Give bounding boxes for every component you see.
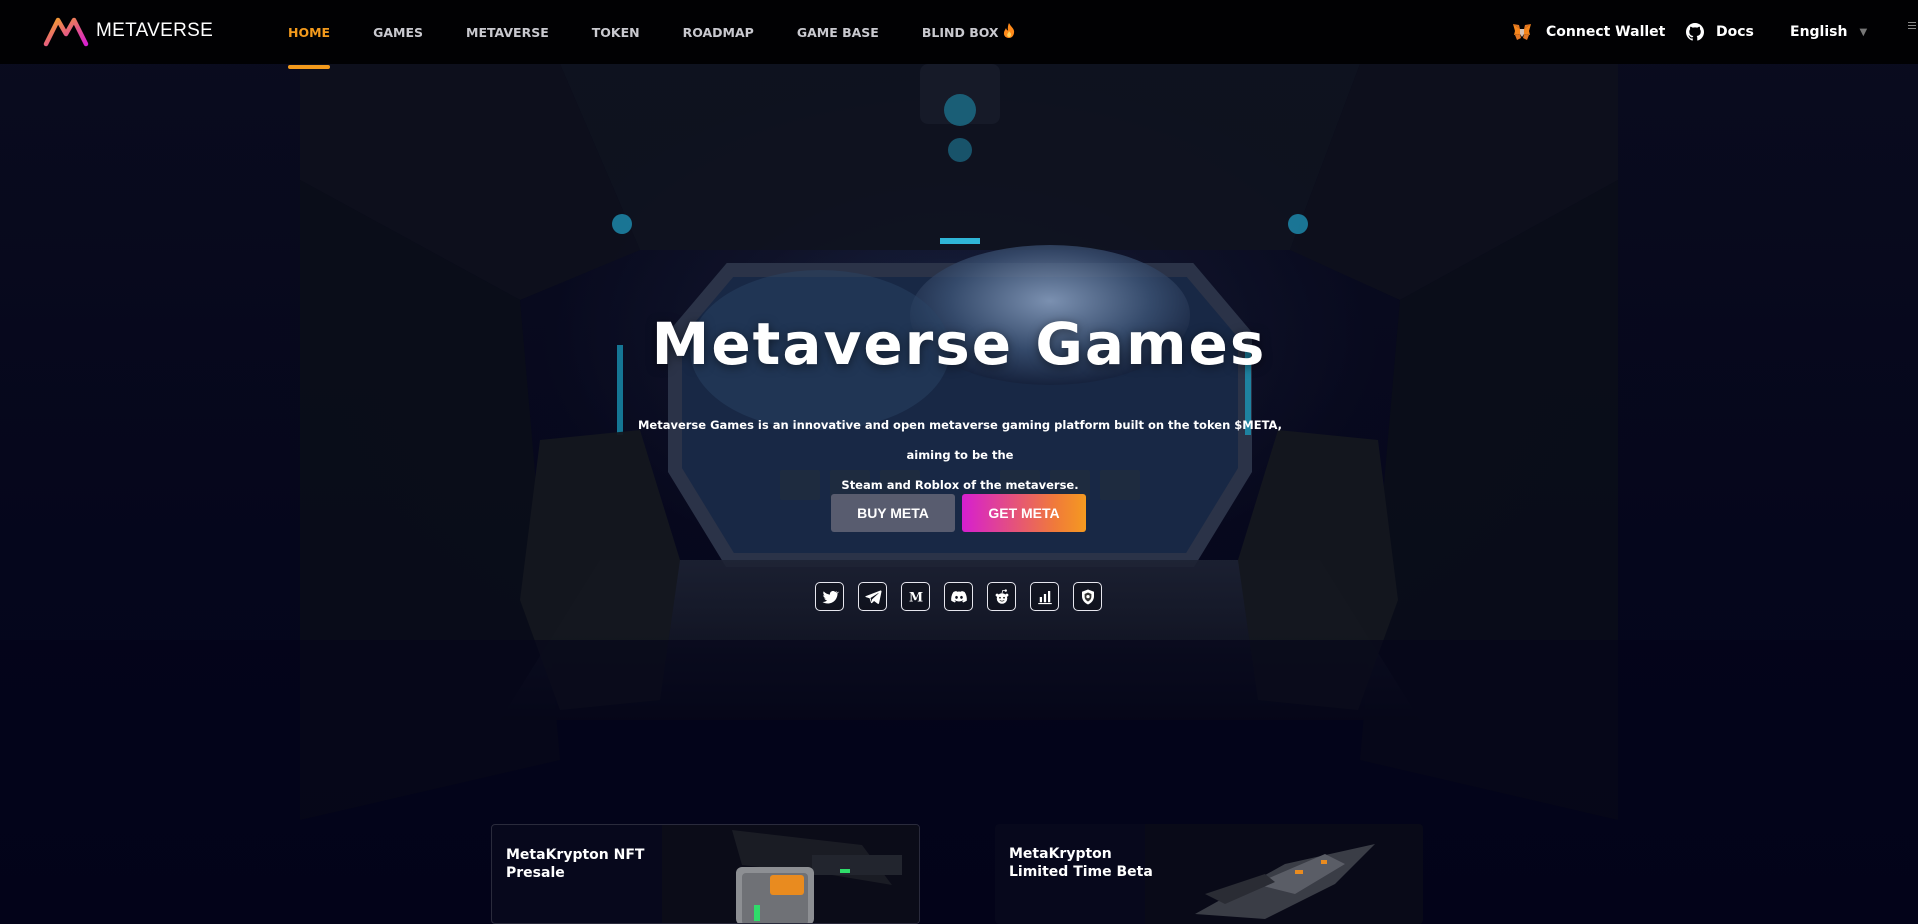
docs-link[interactable]: Docs <box>1686 0 1754 64</box>
nav-blind-box[interactable]: BLIND BOX <box>922 0 1016 64</box>
metamask-fox-icon <box>1513 24 1531 40</box>
nav-metaverse-label: METAVERSE <box>466 24 549 40</box>
docs-label: Docs <box>1716 24 1754 40</box>
hero-description-line1: Metaverse Games is an innovative and ope… <box>637 418 1283 462</box>
shield-icon <box>1081 589 1094 604</box>
github-icon <box>1686 23 1704 41</box>
nav-metaverse[interactable]: METAVERSE <box>466 0 549 64</box>
nav-roadmap[interactable]: ROADMAP <box>683 0 754 64</box>
fire-icon <box>1002 22 1016 43</box>
get-meta-button[interactable]: GET META <box>962 494 1086 532</box>
chart-link[interactable] <box>1030 582 1059 611</box>
connect-wallet-button[interactable]: Connect Wallet <box>1512 0 1665 64</box>
twitter-icon <box>822 590 839 603</box>
card-limited-beta[interactable]: MetaKrypton Limited Time Beta <box>995 824 1423 924</box>
card-title: MetaKrypton Limited Time Beta <box>1009 846 1153 880</box>
nav-blind-box-label: BLIND BOX <box>921 24 999 40</box>
caret-down-icon: ▼ <box>1859 26 1868 38</box>
connect-wallet-label: Connect Wallet <box>1546 24 1666 40</box>
medium-link[interactable]: M <box>901 582 930 611</box>
svg-text:M: M <box>908 590 922 605</box>
top-navbar: METAVERSE HOME GAMES METAVERSE TOKEN ROA… <box>0 0 1918 69</box>
shield-link[interactable] <box>1073 582 1102 611</box>
card-nft-presale[interactable]: MetaKrypton NFT Presale <box>491 824 920 924</box>
nav-games-label: GAMES <box>373 24 423 40</box>
spaceship-image <box>1145 824 1423 924</box>
twitter-link[interactable] <box>815 582 844 611</box>
telegram-icon <box>864 590 882 604</box>
brand-name: METAVERSE <box>96 20 214 41</box>
discord-icon <box>950 590 967 602</box>
card-title: MetaKrypton NFT Presale <box>506 847 645 881</box>
side-menu-icon[interactable] <box>1908 22 1918 32</box>
reddit-link[interactable] <box>987 582 1016 611</box>
language-selector[interactable]: English ▼ <box>1790 0 1867 64</box>
nav-home-label: HOME <box>288 24 331 40</box>
nav-roadmap-label: ROADMAP <box>682 24 754 40</box>
telegram-link[interactable] <box>858 582 887 611</box>
nav-game-base[interactable]: GAME BASE <box>797 0 879 64</box>
chart-icon <box>1037 590 1052 604</box>
hero-description: Metaverse Games is an innovative and ope… <box>620 410 1300 500</box>
nav-game-base-label: GAME BASE <box>796 24 879 40</box>
nav-games[interactable]: GAMES <box>373 0 423 64</box>
nav-token[interactable]: TOKEN <box>592 0 640 64</box>
buy-meta-button[interactable]: BUY META <box>831 494 955 532</box>
main-nav: HOME GAMES METAVERSE TOKEN ROADMAP GAME … <box>288 0 1059 69</box>
crate-image <box>662 825 919 923</box>
brand-logo[interactable]: METAVERSE <box>42 14 213 48</box>
language-label: English <box>1790 24 1848 40</box>
hero-title: Metaverse Games <box>651 310 1267 378</box>
hero-cta-group: BUY META GET META <box>831 494 1086 532</box>
social-links: M <box>815 582 1102 611</box>
nav-home[interactable]: HOME <box>288 0 331 69</box>
metaverse-logo-icon <box>43 17 89 47</box>
nav-token-label: TOKEN <box>591 24 640 40</box>
reddit-icon <box>995 588 1008 604</box>
medium-icon: M <box>908 590 922 605</box>
discord-link[interactable] <box>944 582 973 611</box>
